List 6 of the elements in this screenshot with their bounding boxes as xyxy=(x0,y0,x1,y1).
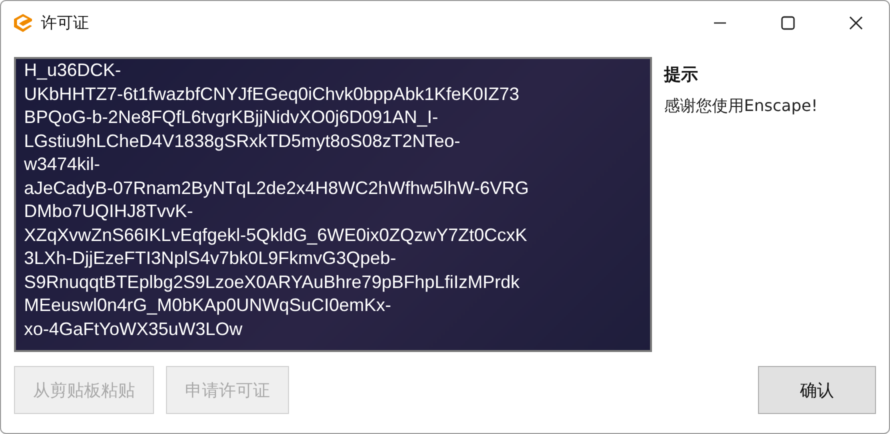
window-title: 许可证 xyxy=(41,12,89,34)
license-key-field[interactable]: H_u36DCK- UKbHHTZ7-6t1fwazbfCNYJfEGeq0iChvk0bppAbk1KfeK0IZ73 BPQoG-b-2Ne8FQfL6tvgrKBjjNidvXO0j6D091AN_I- LGstiu9hLCheD4V1838gSRxkTD5myt8oS08zT2NTeo- w3474kil- aJeCadyB-07Rnam2ByNTqL2de2x4H8WC2hWfhw5lhW-6VRG DMbo7UQIHJ8TvvK- XZqXvwZnS66IKLvEqfgekl-5QkldG_6WE0ix0ZQzwY7Zt0CcxK 3LXh-DjjEzeFTI3NplS4v7bk0L9FkmvG3Qpeb- S9RnuqqtBTEplbg2S9LzoeX0ARYAuBhre79pBFhpLfiIzMPrdk MEeuswl0n4rG_M0bKAp0UNWqSuCI0emKx- xo-4GaFtYoWX35uW3LOw xyxy=(14,57,652,352)
app-logo-icon xyxy=(13,13,33,33)
hint-title: 提示 xyxy=(664,64,699,86)
hint-message: 感谢您使用Enscape! xyxy=(664,96,818,117)
confirm-button[interactable]: 确认 xyxy=(758,366,876,414)
